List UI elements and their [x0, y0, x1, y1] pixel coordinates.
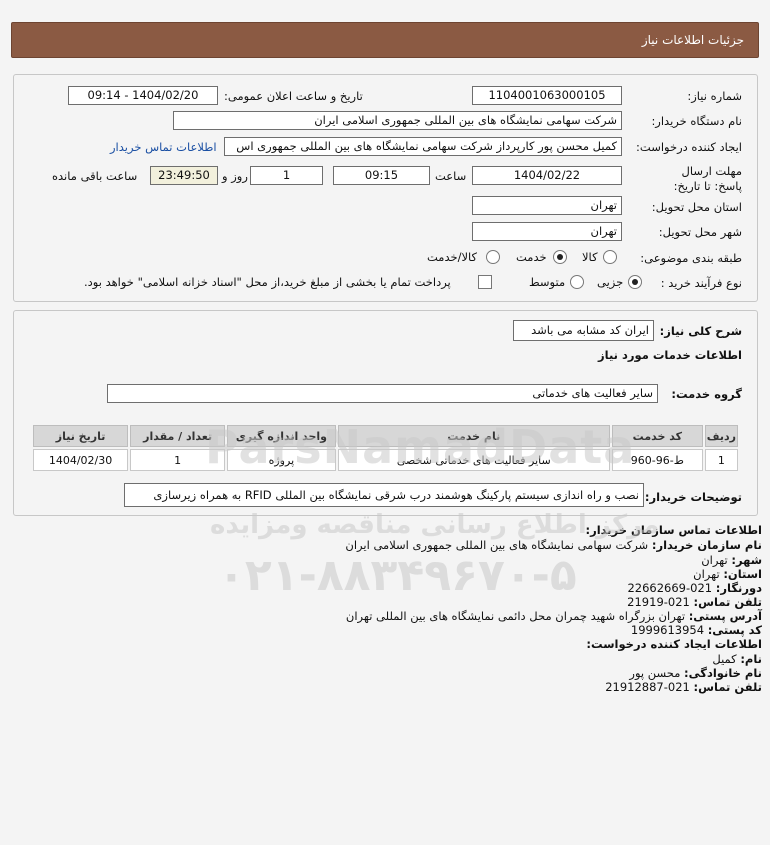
deadline-date-field: 1404/02/22 — [472, 166, 622, 185]
contact-address-label: آدرس پستی: — [688, 609, 762, 623]
need-info-panel — [13, 74, 758, 302]
contact-postal-label: کد پستی: — [707, 623, 762, 637]
process-radio-minor[interactable] — [628, 275, 642, 289]
col-row-number: ردیف — [704, 425, 738, 447]
creator-family-label: نام خانوادگی: — [684, 666, 762, 680]
table-row: 1 ط-96-960 سایر فعالیت های خدماتی شخصی پ… — [33, 449, 738, 471]
contact-city-row: شهر: تهران — [701, 553, 762, 567]
service-group-label: گروه خدمت: — [671, 387, 742, 401]
deadline-label: مهلت ارسال پاسخ: تا تاریخ: — [673, 164, 742, 193]
category-radio-goods-service[interactable] — [486, 250, 500, 264]
page-title-bar: جزئیات اطلاعات نیاز — [11, 22, 759, 58]
process-label: نوع فرآیند خرید : — [660, 276, 742, 290]
contact-fax-row: دورنگار: 021-22662669 — [627, 581, 762, 595]
contact-fax-label: دورنگار: — [715, 581, 762, 595]
contact-title: اطلاعات تماس سازمان خریدار: — [585, 523, 762, 537]
deadline-time-label: ساعت — [435, 169, 467, 183]
contact-phone-label: تلفن تماس: — [693, 595, 762, 609]
category-label: طبقه بندی موضوعی: — [640, 251, 742, 265]
cell-service-name: سایر فعالیت های خدماتی شخصی — [337, 449, 610, 471]
watermark-phone: ۰۲۱-۸۸۳۴۹۶۷۰-۵ — [218, 550, 577, 601]
contact-province-row: استان: تهران — [693, 567, 762, 581]
creator-name-label: نام: — [740, 652, 762, 666]
contact-phone-row: تلفن تماس: 021-21919 — [627, 595, 762, 609]
contact-city-label: شهر: — [731, 553, 762, 567]
table-header-row: ردیف کد خدمت نام خدمت واحد اندازه گیری ت… — [33, 425, 738, 447]
category-option-goods-service: کالا/خدمت — [427, 250, 478, 264]
category-option-service: خدمت — [516, 250, 547, 264]
buyer-notes-label: توضیحات خریدار: — [644, 490, 742, 504]
treasury-payment-checkbox[interactable] — [478, 275, 492, 289]
contact-org: شرکت سهامی نمایشگاه های بین المللی جمهور… — [345, 538, 649, 552]
remaining-time-field: 23:49:50 — [150, 166, 218, 185]
cell-need-date: 1404/02/30 — [33, 449, 129, 471]
process-option-minor: جزیی — [597, 275, 624, 289]
col-service-code: کد خدمت — [611, 425, 703, 447]
services-table: ردیف کد خدمت نام خدمت واحد اندازه گیری ت… — [31, 423, 740, 473]
creator-label: ایجاد کننده درخواست: — [636, 140, 742, 154]
cell-quantity: 1 — [130, 449, 226, 471]
creator-family-row: نام خانوادگی: محسن پور — [629, 666, 762, 680]
process-radio-medium[interactable] — [570, 275, 584, 289]
creator-phone-row: تلفن تماس: 021-21912887 — [605, 680, 762, 694]
buyer-org-field: شرکت سهامی نمایشگاه های بین المللی جمهور… — [173, 111, 622, 130]
creator-phone: 021-21912887 — [605, 680, 690, 694]
contact-postal: 1999613954 — [630, 623, 705, 637]
contact-city: تهران — [701, 553, 728, 567]
city-field: تهران — [472, 222, 622, 241]
creator-info-title: اطلاعات ایجاد کننده درخواست: — [586, 637, 762, 651]
contact-phone: 021-21919 — [627, 595, 690, 609]
need-number-label: شماره نیاز: — [687, 89, 742, 103]
creator-phone-label: تلفن تماس: — [693, 680, 762, 694]
category-option-goods: کالا — [582, 250, 598, 264]
days-field: 1 — [250, 166, 323, 185]
city-label: شهر محل تحویل: — [658, 225, 742, 239]
col-quantity: تعداد / مقدار — [130, 425, 226, 447]
contact-org-row: نام سازمان خریدار: شرکت سهامی نمایشگاه ه… — [345, 538, 762, 552]
contact-province: تهران — [693, 567, 720, 581]
page-title: جزئیات اطلاعات نیاز — [641, 33, 744, 47]
province-field: تهران — [472, 196, 622, 215]
buyer-org-label: نام دستگاه خریدار: — [651, 114, 742, 128]
deadline-time-field: 09:15 — [333, 166, 430, 185]
cell-unit: پروژه — [227, 449, 336, 471]
remaining-label: ساعت باقی مانده — [52, 169, 138, 183]
province-label: استان محل تحویل: — [651, 200, 742, 214]
need-number-field: 1104001063000105 — [472, 86, 622, 105]
contact-org-label: نام سازمان خریدار: — [651, 538, 762, 552]
buyer-contact-link[interactable]: اطلاعات تماس خریدار — [110, 140, 217, 154]
buyer-notes-field: نصب و راه اندازی سیستم پارکینگ هوشمند در… — [124, 483, 644, 507]
days-label: روز و — [222, 169, 248, 183]
creator-field: کمیل محسن پور کارپرداز شرکت سهامی نمایشگ… — [224, 137, 622, 156]
announce-field: 1404/02/20 - 09:14 — [68, 86, 218, 105]
contact-fax: 021-22662669 — [627, 581, 713, 595]
payment-note: پرداخت تمام یا بخشی از مبلغ خرید،از محل … — [84, 275, 451, 289]
cell-row-number: 1 — [704, 449, 738, 471]
general-desc-field: ایران کد مشابه می باشد — [513, 320, 654, 341]
contact-postal-row: کد پستی: 1999613954 — [631, 623, 762, 637]
contact-address: تهران بزرگراه شهید چمران محل دائمی نمایش… — [345, 609, 686, 623]
contact-address-row: آدرس پستی: تهران بزرگراه شهید چمران محل … — [346, 609, 762, 623]
announce-label: تاریخ و ساعت اعلان عمومی: — [224, 89, 363, 103]
creator-name-row: نام: کمیل — [712, 652, 762, 666]
general-desc-label: شرح کلی نیاز: — [659, 324, 742, 338]
process-option-medium: متوسط — [529, 275, 566, 289]
contact-province-label: استان: — [723, 567, 762, 581]
creator-family: محسن پور — [629, 666, 681, 680]
creator-name: کمیل — [712, 652, 737, 666]
col-service-name: نام خدمت — [337, 425, 610, 447]
col-unit: واحد اندازه گیری — [227, 425, 336, 447]
services-title: اطلاعات خدمات مورد نیاز — [598, 348, 742, 362]
category-radio-service[interactable] — [553, 250, 567, 264]
col-need-date: تاریخ نیاز — [33, 425, 129, 447]
cell-service-code: ط-96-960 — [611, 449, 703, 471]
service-group-field: سایر فعالیت های خدماتی — [107, 384, 658, 403]
category-radio-goods[interactable] — [603, 250, 617, 264]
